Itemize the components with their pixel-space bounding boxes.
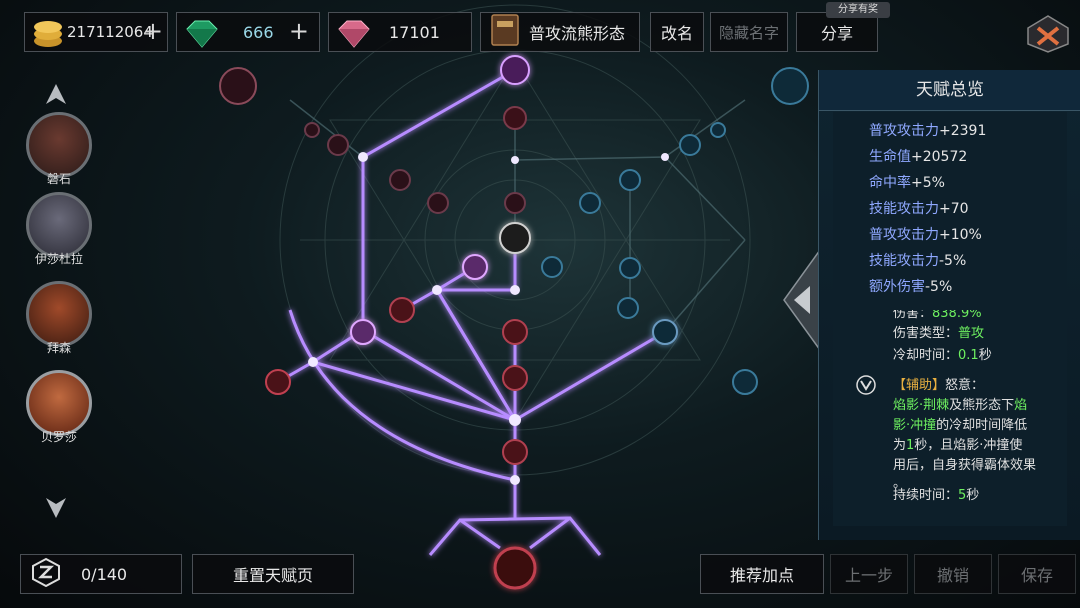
close-emblem-icon[interactable] (1026, 14, 1070, 58)
emerald-gem-icon (183, 17, 219, 53)
add-gold-button[interactable]: + (143, 17, 163, 45)
duration-line: 持续时间：5秒 (893, 488, 980, 503)
share-reward-badge: 分享有奖 (826, 2, 890, 18)
stats-list[interactable]: 普攻攻击力+2391 生命值+20572 命中率+5% 技能攻击力+70 普攻攻… (833, 112, 1067, 298)
diamond-counter: 17101 (328, 12, 472, 52)
points-value: 0/140 (81, 564, 128, 584)
stat-row: 技能攻击力+70 (869, 201, 969, 217)
talent-overview-panel: 天赋总览 普攻攻击力+2391 生命值+20572 命中率+5% 技能攻击力+7… (818, 70, 1080, 540)
add-emerald-button[interactable]: + (289, 17, 309, 45)
stat-row: 技能攻击力-5% (869, 253, 967, 269)
gold-counter: 217112064 + (24, 12, 168, 52)
talent-points-counter: 0/140 (20, 554, 182, 594)
hero-name: 拜森 (46, 341, 71, 355)
emerald-value: 666 (243, 23, 274, 42)
inactive-talent-links (289, 99, 746, 333)
previous-step-button[interactable]: 上一步 (830, 554, 908, 594)
hero-portrait (26, 370, 92, 436)
gold-coin-icon (31, 17, 65, 53)
rage-skill-icon (855, 374, 877, 400)
preset-selector[interactable]: 普攻流熊形态 (480, 12, 640, 52)
gold-value: 217112064 (67, 23, 153, 41)
recommend-points-button[interactable]: 推荐加点 (700, 554, 824, 594)
undo-button[interactable]: 撤销 (914, 554, 992, 594)
panel-title: 天赋总览 (819, 70, 1080, 111)
hero-portrait (26, 112, 92, 178)
cooldown-line: 冷却时间：0.1秒 (893, 348, 992, 363)
hero-name: 伊莎杜拉 (34, 252, 83, 266)
aux-tag-line: 【辅助】怒意： (893, 378, 985, 393)
hero-portrait (26, 281, 92, 347)
hero-name: 磐石 (46, 172, 71, 186)
talent-points-icon (31, 557, 61, 591)
desc-line-3: 为1秒，且焰影·冲撞使 (893, 438, 1023, 453)
pink-diamond-icon (335, 17, 371, 53)
share-button[interactable]: 分享 (796, 12, 878, 52)
hide-name-button[interactable]: 隐藏名字 (710, 12, 788, 52)
book-icon (489, 13, 521, 51)
desc-line-1: 焰影·荆棘及熊形态下焰 (893, 398, 1028, 413)
preset-name: 普攻流熊形态 (529, 24, 626, 43)
damage-type-line: 伤害类型：普攻 (893, 326, 985, 341)
desc-line-4: 用后，自身获得霸体效果 (893, 458, 1037, 473)
hero-portrait (26, 192, 92, 258)
scroll-up-arrow-icon[interactable] (44, 82, 68, 112)
emerald-counter: 666 + (176, 12, 320, 52)
stat-row: 命中率+5% (869, 175, 945, 191)
save-button[interactable]: 保存 (998, 554, 1076, 594)
diamond-value: 17101 (389, 23, 440, 42)
damage-line: 伤害：838.9% (893, 310, 982, 321)
stat-row: 普攻攻击力+2391 (869, 123, 987, 139)
hero-item-2[interactable]: 拜森 (24, 281, 94, 356)
stat-row: 普攻攻击力+10% (869, 227, 982, 243)
reset-talents-button[interactable]: 重置天赋页 (192, 554, 354, 594)
hero-item-0[interactable]: 磐石 (24, 112, 94, 187)
desc-line-2: 影·冲撞的冷却时间降低 (893, 418, 1028, 433)
skill-description[interactable]: 伤害：838.9% 伤害类型：普攻 冷却时间：0.1秒 【辅助】怒意： 焰影·荆… (833, 310, 1067, 526)
hero-item-1[interactable]: 伊莎杜拉 (24, 192, 94, 267)
stat-row: 额外伤害-5% (869, 279, 953, 295)
hero-item-3[interactable]: 贝罗莎 (24, 370, 94, 445)
rename-button[interactable]: 改名 (650, 12, 704, 52)
scroll-down-arrow-icon[interactable] (44, 494, 68, 524)
stat-row: 生命值+20572 (869, 149, 968, 165)
hero-name: 贝罗莎 (40, 430, 77, 444)
